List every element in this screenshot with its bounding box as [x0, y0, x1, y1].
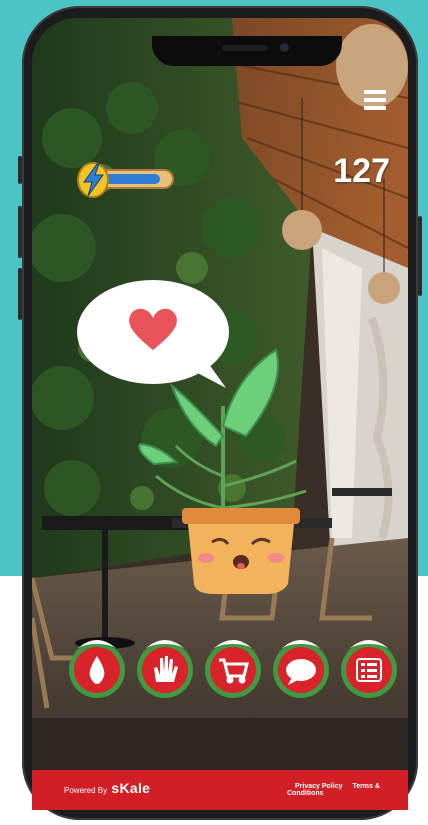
- score-counter: 127: [333, 152, 390, 190]
- plant-pet[interactable]: [76, 276, 336, 606]
- list-button[interactable]: [338, 630, 400, 700]
- speaker-grille: [222, 45, 268, 51]
- skale-logo[interactable]: sKale: [111, 780, 150, 796]
- plant-pot-face: [182, 508, 300, 594]
- action-bar: [62, 630, 397, 704]
- powered-by-label: Powered By: [64, 786, 108, 795]
- energy-meter: [76, 160, 178, 200]
- footer-links: Privacy Policy Terms & Conditions: [287, 783, 408, 797]
- hamburger-menu-icon[interactable]: [364, 90, 386, 112]
- phone-notch: [152, 36, 342, 66]
- water-button[interactable]: [66, 630, 128, 700]
- front-camera: [280, 43, 289, 52]
- privacy-policy-link[interactable]: Privacy Policy: [295, 783, 342, 790]
- speech-bubble: [77, 280, 229, 388]
- footer-bar: Powered By sKale Privacy Policy Terms & …: [32, 770, 408, 810]
- powered-by: Powered By sKale: [64, 780, 150, 796]
- shop-button[interactable]: [202, 630, 264, 700]
- pet-button[interactable]: [134, 630, 196, 700]
- chat-button[interactable]: [270, 630, 332, 700]
- lightning-bolt-icon: [77, 162, 109, 198]
